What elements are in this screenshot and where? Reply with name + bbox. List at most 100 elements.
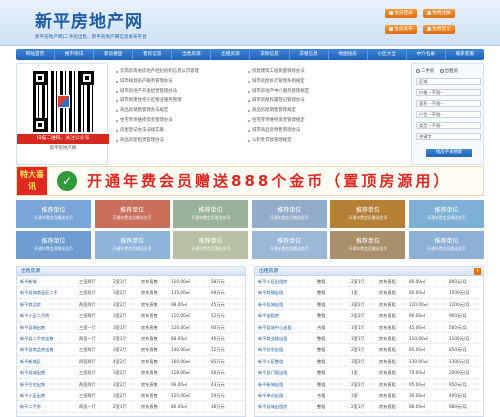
listing-title[interactable]: 新平新城区 <box>20 356 78 367</box>
listing-title[interactable]: 新平新城 <box>20 276 78 287</box>
nav-item-for-rent[interactable]: 出租房源 <box>211 49 251 60</box>
listing-row[interactable]: 新平县城出售 三室两厅 3室2厅 房东直售 118.00㎡ 56万元 <box>17 367 245 379</box>
nav-item-new-homes[interactable]: 新房楼盘 <box>94 49 134 60</box>
ad-slot[interactable]: 推荐单位 开通年费会员赠送金币 <box>330 231 406 259</box>
keyword-input[interactable]: 关键字 <box>416 133 481 140</box>
listing-title[interactable]: 新平县城中心出租 <box>258 322 316 333</box>
nav-item-wanted-buy[interactable]: 求购信息 <box>250 49 290 60</box>
nav-item-for-sale[interactable]: 出售房源 <box>172 49 212 60</box>
listing-title[interactable]: 新平县城商业区二手 <box>20 287 78 298</box>
more-icon[interactable]: + <box>474 268 481 275</box>
news-item[interactable]: 房屋登记办法法规实施 <box>116 126 240 136</box>
listing-row[interactable]: 新平小区出售 三室两厅 3室2厅 房东直售 125.00㎡ 59万元 <box>17 390 245 402</box>
ad-slot[interactable]: 推荐单位 开通年费会员赠送金币 <box>94 200 170 228</box>
listing-title[interactable]: 新平县商品房出售 <box>20 344 78 355</box>
ad-slot[interactable]: 推荐单位 开通年费会员赠送金币 <box>16 231 91 259</box>
listing-title[interactable]: 新平小区出售 <box>20 390 78 401</box>
news-item[interactable]: 商品房屋销售管理规定 <box>248 106 372 116</box>
layout-select[interactable]: 户型 --不限-- <box>416 111 481 118</box>
radio-rental[interactable]: 出租房 <box>439 68 458 74</box>
listing-title[interactable]: 新平县城出租房 <box>258 401 316 412</box>
news-item[interactable]: 住宅专项维修资金管理办法 <box>116 116 240 126</box>
news-item[interactable]: 商品房销售管理办法规定 <box>116 106 240 116</box>
listing-title[interactable]: 新平小区二手房 <box>20 310 78 321</box>
news-item[interactable]: 城市规划房产服务管理办法 <box>116 77 240 87</box>
news-item[interactable]: 城市房地产中介服务管理规定 <box>248 87 372 97</box>
type-select[interactable]: 类型 --不限-- <box>416 122 481 129</box>
listing-row[interactable]: 新平县二手房出售 两室一厅 2室1厅 房东直售 88.00㎡ 40万元 <box>17 333 245 345</box>
nav-item-wanted-rent[interactable]: 求租信息 <box>290 49 329 60</box>
radio-second-hand[interactable]: 二手房 <box>416 68 434 74</box>
listing-title[interactable]: 新平新城出租 <box>258 379 316 390</box>
listing-title[interactable]: 新平县城出租 <box>258 299 316 310</box>
listing-row[interactable]: 新平二手房 两室一厅 2室1厅 房东直售 80.00㎡ 36万元 <box>17 401 245 413</box>
news-item[interactable]: 房屋建筑工程质量保修办法 <box>248 67 372 77</box>
ad-slot[interactable]: 推荐单位 开通年费会员赠送金币 <box>251 231 327 259</box>
ad-slot[interactable]: 推荐单位 开通年费会员赠送金币 <box>173 200 249 228</box>
nav-item-communities[interactable]: 小区大全 <box>368 49 407 60</box>
listing-row[interactable]: 新平县城商业区二手 三室两厅 3室2厅 房东直售 135.00㎡ 69万元 <box>17 287 245 299</box>
nav-item-sales-info[interactable]: 售房信息 <box>133 49 173 60</box>
search-button[interactable]: 找房子来搜索 <box>426 149 472 157</box>
listing-title[interactable]: 新平单间出租 <box>258 390 316 401</box>
nav-item-contact[interactable]: 联系客服 <box>446 49 484 60</box>
listing-row[interactable]: 新平住宅出租 整租 2室1厅 房东直租 85.00㎡ 850元/月 <box>255 344 483 356</box>
nav-item-home[interactable]: 网站首页 <box>16 49 56 60</box>
listing-row[interactable]: 新平小区出租房 整租 2室1厅 房东直租 80.00㎡ 800元/月 <box>255 276 483 288</box>
listing-title[interactable]: 新平商铺出租 <box>258 287 316 298</box>
listing-row[interactable]: 新平县门面出租 整租 1室 房东直租 70.00㎡ 2000元/月 <box>255 367 483 379</box>
listing-title[interactable]: 新平县城出售 <box>20 367 78 378</box>
nav-item-agents[interactable]: 中介名录 <box>407 49 446 60</box>
listing-title[interactable]: 新平住宅出售 <box>20 379 78 390</box>
ad-slot[interactable]: 推荐单位 开通年费会员赠送金币 <box>173 231 249 259</box>
listing-row[interactable]: 新平住宅出售 两室两厅 2室2厅 房东直售 96.00㎡ 43万元 <box>17 379 245 390</box>
price-select[interactable]: 价格 --不限-- <box>416 89 481 96</box>
register-button[interactable]: 免费注册 <box>423 9 455 18</box>
listing-title[interactable]: 新平商品房 <box>20 299 78 310</box>
listing-row[interactable]: 新平新城 三室两厅 2室1厅 房东直售 120.00㎡ 58万元 <box>17 276 245 288</box>
listing-row[interactable]: 新平县商品房出售 三室两厅 3室2厅 房东直售 140.00㎡ 72万元 <box>17 344 245 356</box>
listing-title[interactable]: 新平县二手房出售 <box>20 333 78 344</box>
news-item[interactable]: 城市商品房预售管理办法 <box>248 126 372 136</box>
listing-title[interactable]: 新平住宅出租 <box>258 344 316 355</box>
site-logo[interactable]: 新平房地产网 <box>35 7 143 32</box>
news-item[interactable]: 城市新建住宅小区物业服务管理 <box>116 96 240 106</box>
listing-row[interactable]: 新平商业楼出租 整租 3室1厅 房东直租 110.00㎡ 1100元/月 <box>255 333 483 345</box>
ad-slot[interactable]: 推荐单位 开通年费会员赠送金币 <box>94 231 170 259</box>
free-listing-button[interactable]: 免费登记 <box>423 25 455 34</box>
news-item[interactable]: 城市房屋拆迁管理条例规定 <box>248 77 372 87</box>
listing-row[interactable]: 新平县城出售 三室一厅 3室1厅 房东直售 126.00㎡ 60万元 <box>17 322 245 333</box>
ad-slot[interactable]: 推荐单位 开通年费会员赠送金币 <box>409 200 484 228</box>
listing-row[interactable]: 新平小区二手房 三室两厅 3室2厅 房东直售 110.00㎡ 52万元 <box>17 310 245 322</box>
listing-row[interactable]: 新平县城出租房 整租 2室1厅 房东直租 88.00㎡ 880元/月 <box>255 401 483 413</box>
news-item[interactable]: 公积金贷款管理规定 <box>248 136 372 146</box>
area-select[interactable]: 面积 --不限-- <box>416 100 481 107</box>
news-item[interactable]: 住宅专项维修资金管理规定 <box>248 116 372 126</box>
listing-row[interactable]: 新平单间出租 合租 1室 房东直租 30.00㎡ 400元/月 <box>255 390 483 402</box>
ad-slot[interactable]: 推荐单位 开通年费会员赠送金币 <box>251 200 327 228</box>
member-publish-button[interactable]: 会员发布 <box>385 25 417 34</box>
ad-slot[interactable]: 推荐单位 开通年费会员赠送金币 <box>16 200 91 228</box>
listing-row[interactable]: 新平商铺出租 整租 1室 房东直租 60.00㎡ 1500元/月 <box>255 287 483 299</box>
listing-row[interactable]: 新平县城出租 整租 3室2厅 房东直租 120.00㎡ 1200元/月 <box>255 299 483 311</box>
listing-row[interactable]: 新平小区整租 整租 3室2厅 房东直租 130.00㎡ 1300元/月 <box>255 356 483 368</box>
listing-title[interactable]: 新平商业楼出租 <box>258 333 316 344</box>
promo-banner[interactable]: 特大喜讯 ✓ 开通年费会员赠送888个金币（置顶房源用） <box>16 166 484 196</box>
news-item[interactable]: 云南云南省房地产经纪机构信息公示管理 <box>116 67 240 77</box>
listing-row[interactable]: 新平商品房 两室两厅 2室2厅 房东直售 98.00㎡ 45万元 <box>17 299 245 311</box>
listing-title[interactable]: 新平小区整租 <box>258 356 316 367</box>
nav-item-news[interactable]: 楼市快讯 <box>55 49 95 60</box>
nav-item-map[interactable]: 地图找房 <box>329 49 368 60</box>
news-item[interactable]: 商品房屋租赁管理办法 <box>116 136 240 146</box>
login-button[interactable]: 会员登录 <box>385 9 417 18</box>
region-select[interactable]: 区域 <box>416 78 481 85</box>
listing-title[interactable]: 新平小区出租房 <box>258 276 316 287</box>
listing-title[interactable]: 新平县城出售 <box>20 322 78 333</box>
listing-row[interactable]: 新平县城中心出租 合租 1室1厅 房东直租 45.00㎡ 500元/月 <box>255 322 483 333</box>
news-item[interactable]: 城市房屋权属登记管理办法 <box>248 96 372 106</box>
news-item[interactable]: 城市房地产开发经营管理办法 <box>116 87 240 97</box>
ad-slot[interactable]: 推荐单位 开通年费会员赠送金币 <box>330 200 406 228</box>
listing-title[interactable]: 新平县门面出租 <box>258 367 316 378</box>
listing-row[interactable]: 新平出租房 整租 2室2厅 房东直租 90.00㎡ 900元/月 <box>255 310 483 322</box>
listing-row[interactable]: 新平新城出租 整租 2室2厅 房东直租 95.00㎡ 950元/月 <box>255 379 483 390</box>
